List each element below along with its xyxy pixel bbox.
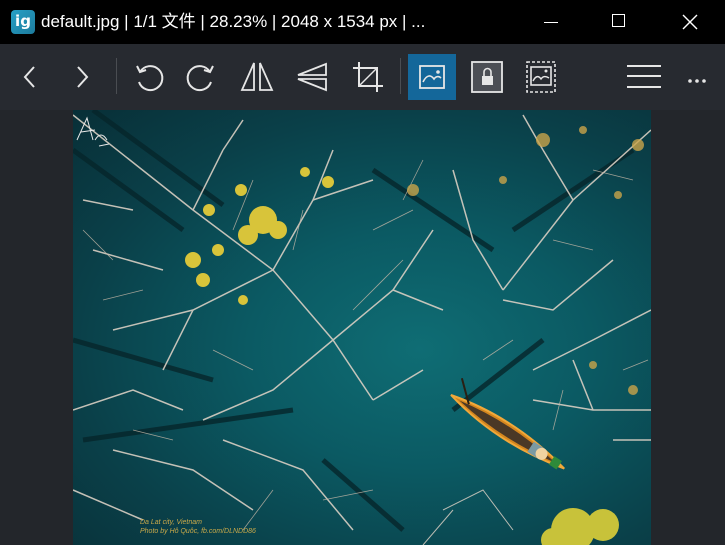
fit-image-button[interactable] [408, 54, 456, 100]
scale-to-fill-button[interactable] [518, 54, 564, 100]
photo[interactable]: Da Lat city, Vietnam Photo by Hô Quôc, f… [73, 110, 651, 545]
app-icon-label: ig [15, 12, 31, 30]
rotate-ccw-icon [136, 65, 164, 92]
watermark-line-1: Da Lat city, Vietnam [140, 519, 202, 526]
minimize-button[interactable] [528, 0, 574, 44]
rotate-left-button[interactable] [125, 54, 171, 100]
previous-button[interactable] [6, 54, 52, 100]
rotate-cw-icon [186, 65, 214, 92]
flip-vertical-icon [297, 62, 327, 92]
more-button[interactable] [676, 54, 722, 100]
lock-zoom-button[interactable] [464, 54, 510, 100]
hamburger-icon [627, 65, 661, 88]
toolbar [0, 44, 725, 110]
flip-horizontal-icon [240, 62, 274, 91]
more-icon [688, 79, 706, 83]
photo-watermark: Da Lat city, Vietnam Photo by Hô Quôc, f… [140, 518, 256, 536]
maximize-button[interactable] [596, 0, 642, 44]
signature [76, 116, 110, 147]
flip-horizontal-button[interactable] [234, 54, 280, 100]
image-fit-icon [419, 65, 445, 89]
flip-vertical-button[interactable] [290, 54, 336, 100]
crop-icon [353, 62, 383, 92]
image-viewport[interactable]: Da Lat city, Vietnam Photo by Hô Quôc, f… [0, 110, 725, 545]
title-bar[interactable]: ig default.jpg | 1/1 文件 | 28.23% | 2048 … [0, 0, 725, 44]
rotate-right-button[interactable] [179, 54, 225, 100]
toolbar-separator [400, 58, 401, 94]
next-button[interactable] [60, 54, 106, 100]
chevron-left-icon [23, 66, 35, 88]
image-fill-icon [526, 61, 556, 93]
chevron-right-icon [77, 66, 89, 88]
close-button[interactable] [666, 0, 712, 44]
main-menu-button[interactable] [621, 54, 667, 100]
toolbar-separator [116, 58, 117, 94]
window-title: default.jpg | 1/1 文件 | 28.23% | 2048 x 1… [41, 12, 426, 31]
watermark-line-2: Photo by Hô Quôc, fb.com/DLNDD86 [140, 528, 256, 535]
photo-artwork [73, 110, 651, 545]
image-lock-icon [471, 61, 503, 93]
close-icon [682, 14, 698, 30]
crop-button[interactable] [345, 54, 391, 100]
app-icon: ig [11, 10, 35, 34]
